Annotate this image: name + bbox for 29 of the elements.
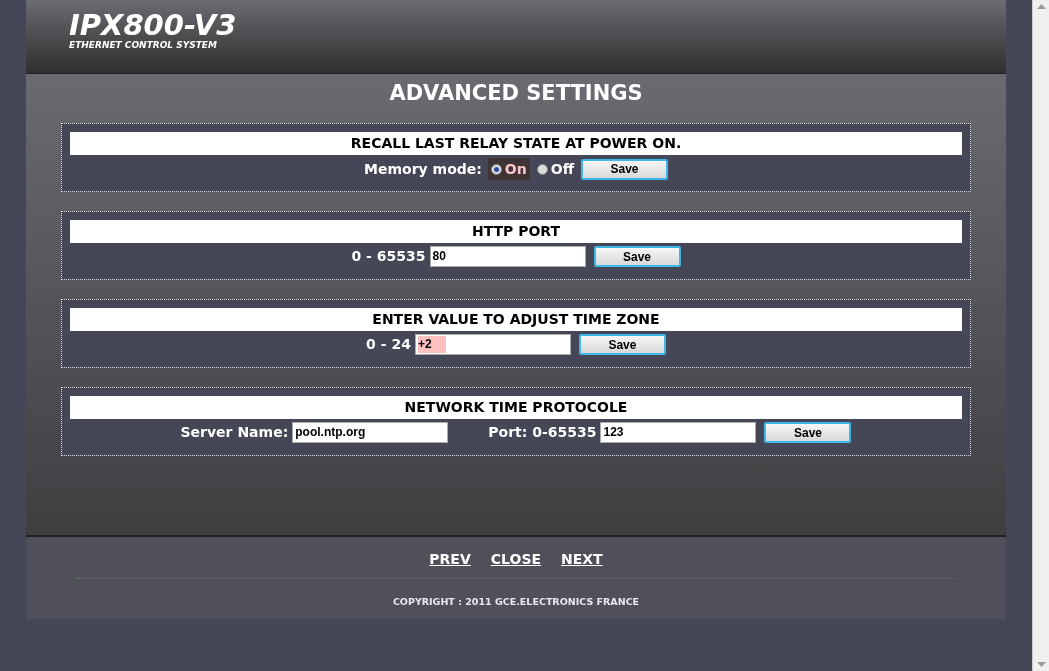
input-field[interactable]: 80 xyxy=(429,246,586,267)
save-button[interactable]: Save xyxy=(581,158,668,180)
page-title: ADVANCED SETTINGS xyxy=(389,80,643,107)
tagline: ETHERNET CONTROL SYSTEM xyxy=(69,40,217,50)
input-field[interactable]: +2 xyxy=(414,334,571,355)
logo-text: IPX800-V3 xyxy=(69,10,237,40)
copyright-text: COPYRIGHT : 2011 GCE.ELECTRONICS FRANCE xyxy=(392,595,640,609)
save-button[interactable]: Save xyxy=(764,422,852,443)
field-label: 0 - 24 xyxy=(366,335,411,354)
footer-link[interactable]: CLOSE xyxy=(490,549,542,570)
save-button[interactable]: Save xyxy=(593,246,681,267)
input-field[interactable]: 123 xyxy=(600,422,757,443)
footer-link[interactable]: NEXT xyxy=(561,549,603,570)
scrollbar[interactable] xyxy=(1032,0,1049,671)
field-label: Server Name: xyxy=(180,423,289,442)
section-title: RECALL LAST RELAY STATE AT POWER ON. xyxy=(70,132,962,155)
field-label: Port: 0-65535 xyxy=(488,423,597,442)
footer-link[interactable]: PREV xyxy=(429,549,471,570)
field-label: Memory mode: xyxy=(364,159,482,179)
scroll-up-icon[interactable] xyxy=(1036,4,1046,9)
section-title: ENTER VALUE TO ADJUST TIME ZONE xyxy=(70,308,962,331)
section-title: NETWORK TIME PROTOCOLE xyxy=(70,396,962,419)
save-button[interactable]: Save xyxy=(578,334,666,355)
field-label: 0 - 65535 xyxy=(351,247,426,266)
section-title: HTTP PORT xyxy=(70,220,962,243)
radio-option[interactable]: On xyxy=(487,158,530,180)
radio-option[interactable]: Off xyxy=(533,158,577,180)
scroll-down-icon[interactable] xyxy=(1036,662,1046,667)
input-field[interactable]: pool.ntp.org xyxy=(292,422,449,443)
